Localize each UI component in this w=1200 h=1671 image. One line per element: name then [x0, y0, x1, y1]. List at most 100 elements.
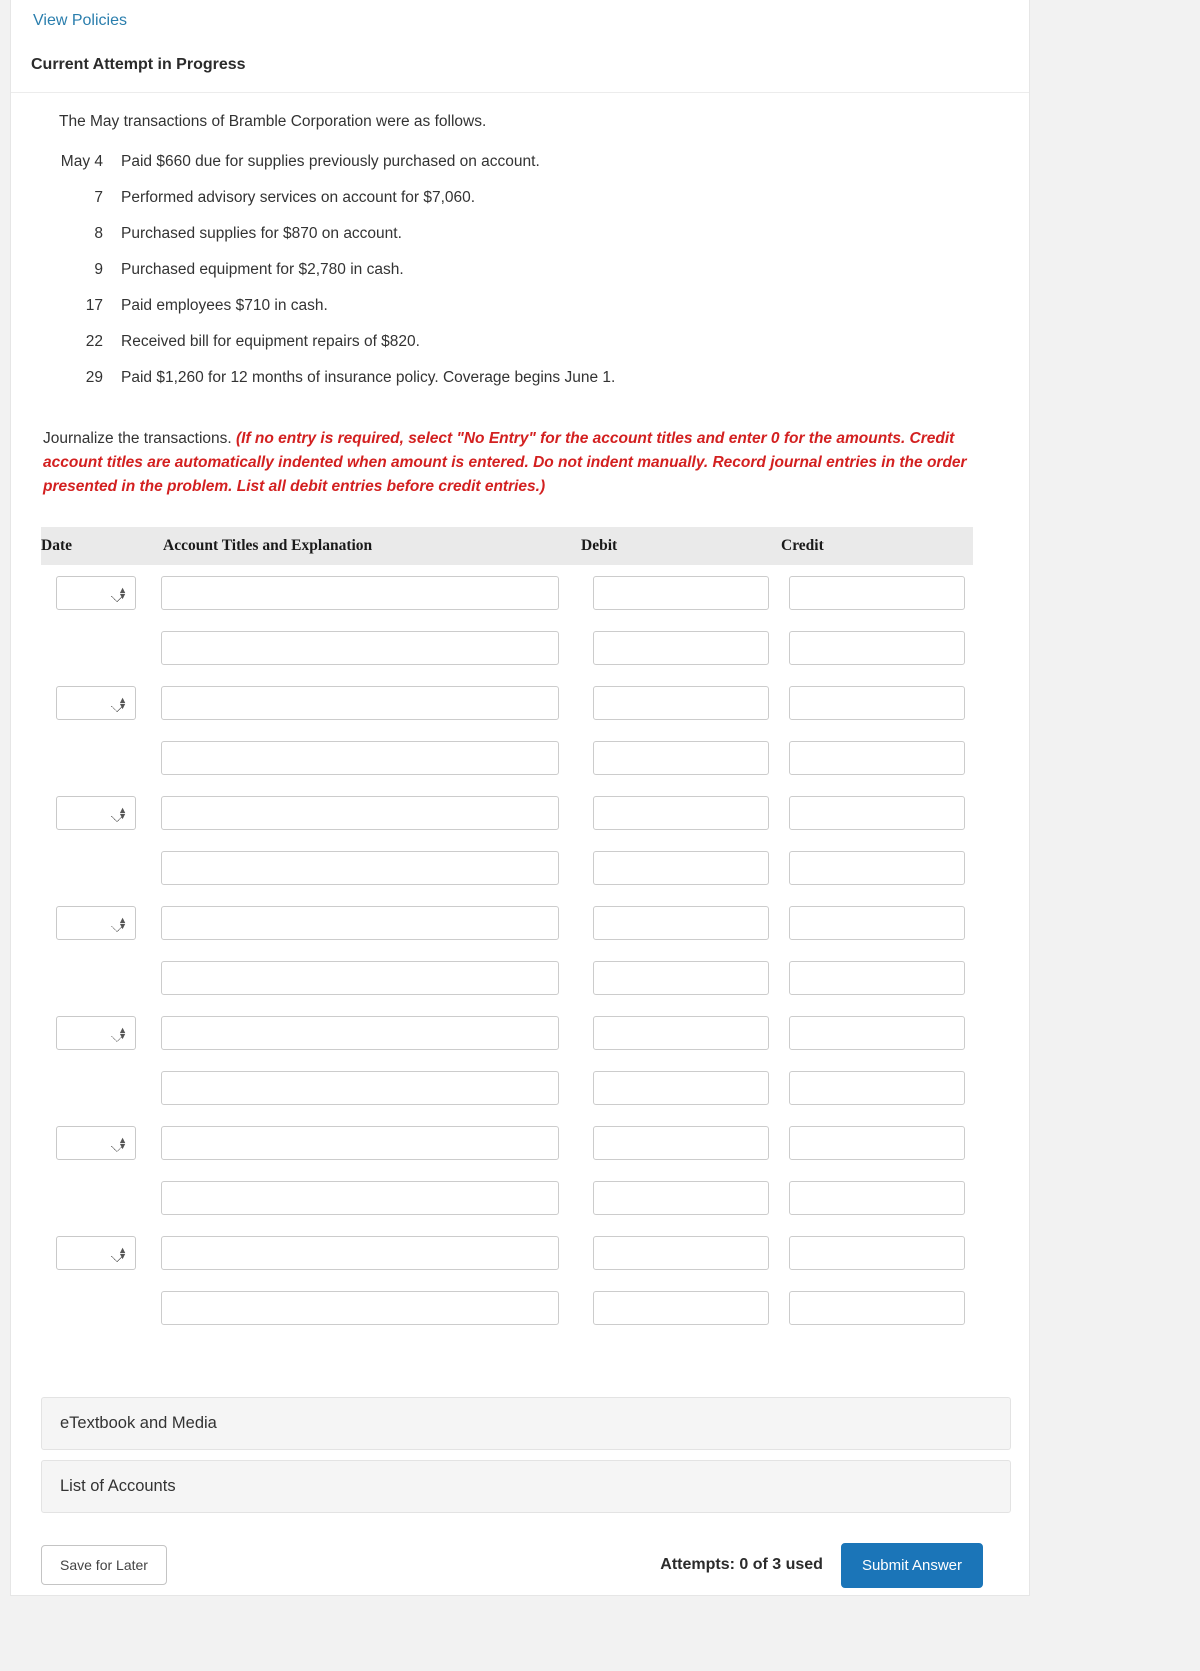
transaction-date: May 4: [60, 153, 103, 170]
debit-amount-input[interactable]: [593, 1125, 769, 1160]
journal-date-cell: [41, 730, 151, 785]
date-select-wrapper: May 4May 7May 8May 9May 17May 22May 29No…: [56, 685, 136, 720]
journal-credit-cell: [781, 1225, 973, 1280]
account-title-input[interactable]: [161, 1015, 559, 1050]
credit-amount-input[interactable]: [789, 795, 965, 830]
column-header-account: Account Titles and Explanation: [151, 527, 581, 566]
credit-amount-input[interactable]: [789, 1235, 965, 1270]
account-title-input[interactable]: [161, 740, 559, 775]
transaction-row: 29 Paid $1,260 for 12 months of insurance…: [31, 369, 1009, 387]
journal-row: [41, 840, 973, 895]
journal-debit-cell: [581, 1005, 781, 1060]
journal-date-select[interactable]: May 4May 7May 8May 9May 17May 22May 29No…: [56, 1235, 136, 1270]
debit-amount-input[interactable]: [593, 1180, 769, 1215]
credit-amount-input[interactable]: [789, 905, 965, 940]
journal-date-select[interactable]: May 4May 7May 8May 9May 17May 22May 29No…: [56, 795, 136, 830]
account-title-input[interactable]: [161, 630, 559, 665]
account-title-input[interactable]: [161, 795, 559, 830]
account-title-input[interactable]: [161, 1180, 559, 1215]
journal-date-cell: [41, 950, 151, 1005]
journal-credit-cell: [781, 730, 973, 785]
credit-amount-input[interactable]: [789, 1015, 965, 1050]
credit-amount-input[interactable]: [789, 1290, 965, 1325]
save-for-later-button[interactable]: Save for Later: [41, 1545, 167, 1586]
journal-debit-cell: [581, 565, 781, 620]
debit-amount-input[interactable]: [593, 905, 769, 940]
journal-credit-cell: [781, 1115, 973, 1170]
journal-credit-cell: [781, 1060, 973, 1115]
debit-amount-input[interactable]: [593, 1070, 769, 1105]
credit-amount-input[interactable]: [789, 1180, 965, 1215]
journal-date-cell: [41, 1280, 151, 1335]
problem-intro: The May transactions of Bramble Corporat…: [59, 113, 487, 130]
transaction-description: Received bill for equipment repairs of $…: [121, 333, 420, 350]
account-title-input[interactable]: [161, 685, 559, 720]
debit-amount-input[interactable]: [593, 630, 769, 665]
journal-debit-cell: [581, 1115, 781, 1170]
column-header-date: Date: [41, 527, 151, 566]
journal-row: May 4May 7May 8May 9May 17May 22May 29No…: [41, 785, 973, 840]
account-title-input[interactable]: [161, 960, 559, 995]
debit-amount-input[interactable]: [593, 1290, 769, 1325]
journal-debit-cell: [581, 620, 781, 675]
action-footer: Save for Later Attempts: 0 of 3 used Sub…: [31, 1535, 1009, 1595]
journal-account-cell: [151, 1280, 581, 1335]
journal-date-cell: May 4May 7May 8May 9May 17May 22May 29No…: [41, 565, 151, 620]
account-title-input[interactable]: [161, 575, 559, 610]
journal-debit-cell: [581, 950, 781, 1005]
journal-date-cell: May 4May 7May 8May 9May 17May 22May 29No…: [41, 895, 151, 950]
transaction-row: 9 Purchased equipment for $2,780 in cash.: [31, 261, 1009, 279]
debit-amount-input[interactable]: [593, 1235, 769, 1270]
transaction-row: 8 Purchased supplies for $870 on account.: [31, 225, 1009, 243]
credit-amount-input[interactable]: [789, 575, 965, 610]
credit-amount-input[interactable]: [789, 630, 965, 665]
journal-date-cell: [41, 1060, 151, 1115]
journal-credit-cell: [781, 675, 973, 730]
journal-date-select[interactable]: May 4May 7May 8May 9May 17May 22May 29No…: [56, 1125, 136, 1160]
etextbook-and-media-panel[interactable]: eTextbook and Media: [41, 1397, 1011, 1451]
credit-amount-input[interactable]: [789, 850, 965, 885]
account-title-input[interactable]: [161, 850, 559, 885]
journal-credit-cell: [781, 1280, 973, 1335]
journal-account-cell: [151, 1170, 581, 1225]
submit-answer-button[interactable]: Submit Answer: [840, 1542, 983, 1588]
transaction-date: 17: [85, 297, 103, 314]
journal-date-select[interactable]: May 4May 7May 8May 9May 17May 22May 29No…: [56, 575, 136, 610]
debit-amount-input[interactable]: [593, 960, 769, 995]
list-of-accounts-panel[interactable]: List of Accounts: [41, 1460, 1011, 1514]
journal-account-cell: [151, 785, 581, 840]
transaction-date: 9: [94, 261, 103, 278]
journal-row: [41, 1280, 973, 1335]
account-title-input[interactable]: [161, 1235, 559, 1270]
debit-amount-input[interactable]: [593, 1015, 769, 1050]
journal-date-select[interactable]: May 4May 7May 8May 9May 17May 22May 29No…: [56, 685, 136, 720]
journal-date-cell: [41, 840, 151, 895]
credit-amount-input[interactable]: [789, 685, 965, 720]
credit-amount-input[interactable]: [789, 740, 965, 775]
journal-debit-cell: [581, 1225, 781, 1280]
transaction-list: May 4 Paid $660 due for supplies previous…: [31, 153, 1009, 387]
debit-amount-input[interactable]: [593, 575, 769, 610]
debit-amount-input[interactable]: [593, 740, 769, 775]
date-select-wrapper: May 4May 7May 8May 9May 17May 22May 29No…: [56, 1015, 136, 1050]
journal-date-select[interactable]: May 4May 7May 8May 9May 17May 22May 29No…: [56, 905, 136, 940]
credit-amount-input[interactable]: [789, 1070, 965, 1105]
debit-amount-input[interactable]: [593, 850, 769, 885]
debit-amount-input[interactable]: [593, 685, 769, 720]
account-title-input[interactable]: [161, 1125, 559, 1160]
debit-amount-input[interactable]: [593, 795, 769, 830]
journal-row: [41, 950, 973, 1005]
account-title-input[interactable]: [161, 905, 559, 940]
journal-account-cell: [151, 1115, 581, 1170]
credit-amount-input[interactable]: [789, 960, 965, 995]
journal-entry-table: Date Account Titles and Explanation Debi…: [41, 527, 973, 1335]
column-header-debit: Debit: [581, 527, 781, 566]
transaction-row: May 4 Paid $660 due for supplies previous…: [31, 153, 1009, 171]
journal-row: May 4May 7May 8May 9May 17May 22May 29No…: [41, 895, 973, 950]
credit-amount-input[interactable]: [789, 1125, 965, 1160]
view-policies-link[interactable]: View Policies: [11, 0, 1029, 30]
account-title-input[interactable]: [161, 1070, 559, 1105]
journal-debit-cell: [581, 785, 781, 840]
journal-date-select[interactable]: May 4May 7May 8May 9May 17May 22May 29No…: [56, 1015, 136, 1050]
account-title-input[interactable]: [161, 1290, 559, 1325]
